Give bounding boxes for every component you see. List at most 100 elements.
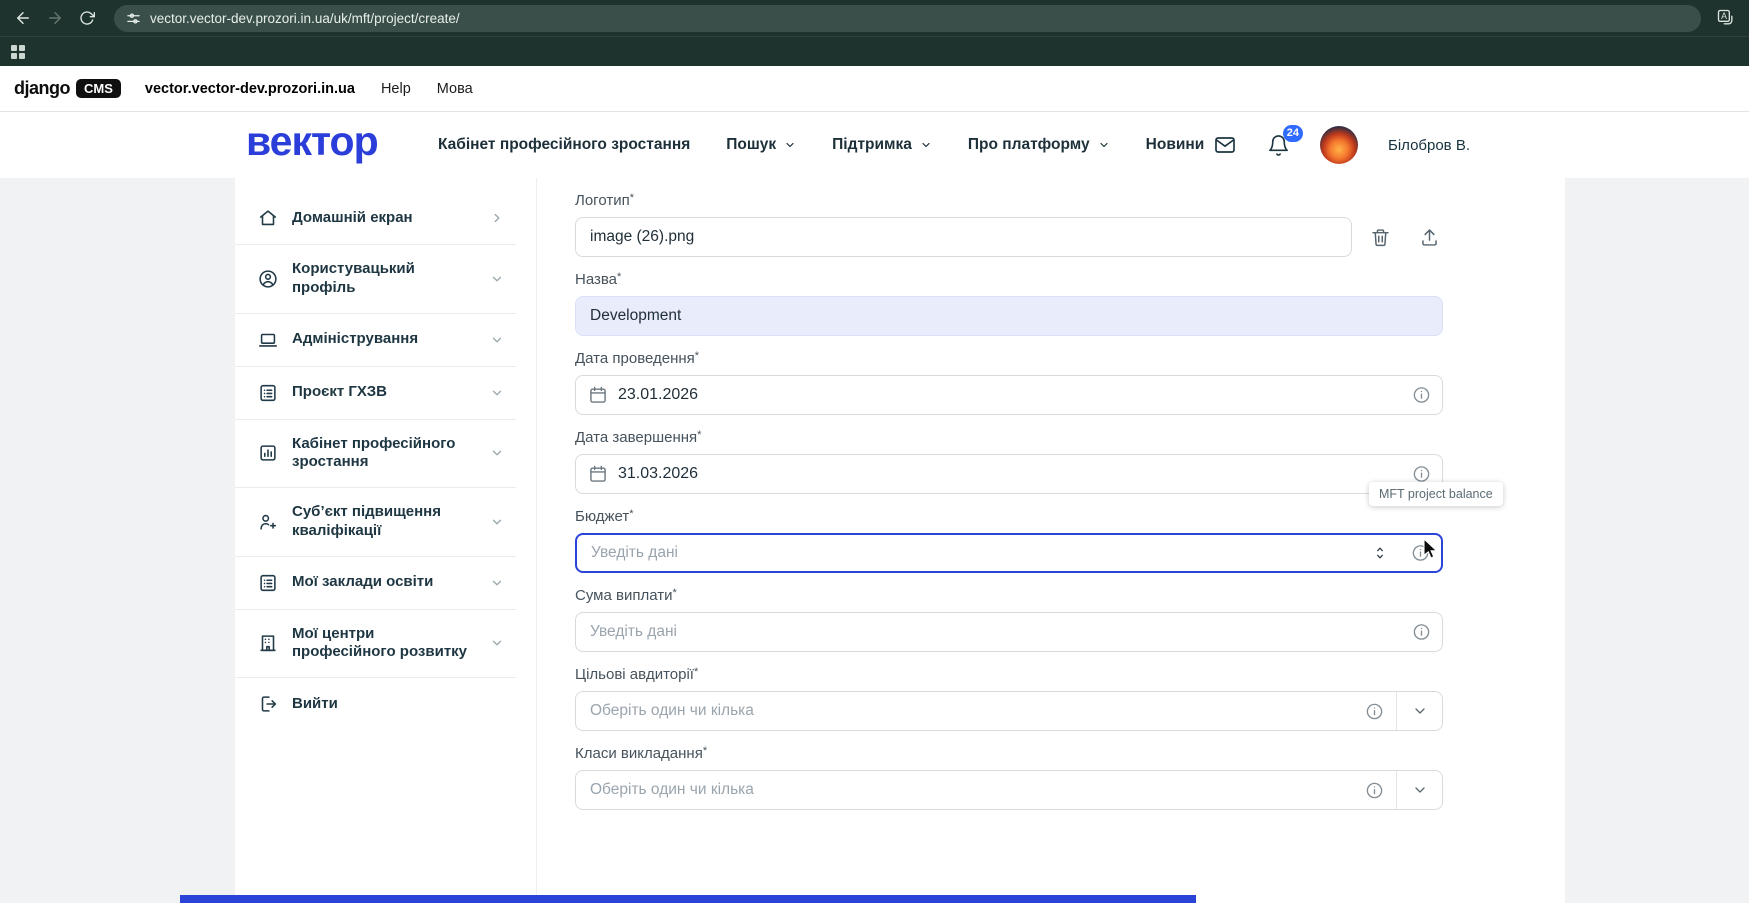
required-mark: * <box>617 271 621 283</box>
chevron-down-icon[interactable] <box>1397 703 1442 719</box>
info-icon[interactable] <box>1365 781 1384 800</box>
person-plus-icon <box>257 511 279 533</box>
field-label-end-date: Дата завершення* <box>575 429 1443 446</box>
label-text: Назва <box>575 271 617 288</box>
refresh-button[interactable] <box>74 5 100 31</box>
apps-grid-icon[interactable] <box>11 45 25 59</box>
select-controls <box>1365 692 1442 730</box>
chevron-down-icon <box>490 446 504 460</box>
cms-help-link[interactable]: Help <box>381 81 411 97</box>
browser-bookmarks-strip <box>0 36 1749 66</box>
payment-input[interactable] <box>576 623 1442 641</box>
bottom-accent-bar <box>180 895 1196 903</box>
name-input[interactable]: Development <box>575 296 1443 336</box>
sidebar-item-growth-cabinet[interactable]: Кабінет професійного зростання <box>235 420 516 489</box>
notifications-bell[interactable]: 24 <box>1267 134 1290 157</box>
user-circle-icon <box>257 268 279 290</box>
start-date-value: 23.01.2026 <box>618 386 698 404</box>
sidebar-item-project-ghzv[interactable]: Проєкт ГХЗВ <box>235 367 516 420</box>
notification-count-badge: 24 <box>1283 125 1303 142</box>
cms-badge: CMS <box>76 79 121 98</box>
avatar[interactable] <box>1320 126 1358 164</box>
sidebar-item-administration[interactable]: Адміністрування <box>235 314 516 367</box>
site-settings-icon[interactable] <box>126 11 141 26</box>
required-mark: * <box>703 745 707 757</box>
end-date-input[interactable]: 31.03.2026 <box>575 454 1443 494</box>
mail-icon[interactable] <box>1213 133 1237 157</box>
chevron-down-icon[interactable] <box>1397 782 1442 798</box>
nav-item-support[interactable]: Підтримка <box>832 136 932 154</box>
sidebar-item-label: Користувацький профіль <box>292 260 477 298</box>
sidebar-item-label: Кабінет професійного зростання <box>292 435 477 473</box>
chevron-down-icon <box>1098 139 1110 151</box>
nav-item-news[interactable]: Новини <box>1146 136 1205 154</box>
forward-button[interactable] <box>42 5 68 31</box>
nav-item-search[interactable]: Пошук <box>726 136 796 154</box>
calendar-icon[interactable] <box>588 464 608 484</box>
project-create-form: Логотип* image (26).png Назва* Developme… <box>575 188 1443 810</box>
django-logo[interactable]: django <box>14 78 70 99</box>
calendar-icon[interactable] <box>588 385 608 405</box>
nav-item-label: Кабінет професійного зростання <box>438 136 690 154</box>
nav-item-label: Пошук <box>726 136 776 154</box>
start-date-input[interactable]: 23.01.2026 <box>575 375 1443 415</box>
chevron-right-icon <box>490 211 504 225</box>
url-bar[interactable]: vector.vector-dev.prozori.in.ua/uk/mft/p… <box>114 5 1701 32</box>
grades-placeholder: Оберіть один чи кілька <box>576 781 754 799</box>
translate-icon[interactable]: A <box>1713 5 1739 31</box>
sidebar-item-profile[interactable]: Користувацький профіль <box>235 245 516 314</box>
vector-logo[interactable]: вектор <box>246 118 378 165</box>
chevron-down-icon <box>490 515 504 529</box>
header-actions: 24 Білобров В. <box>1213 112 1470 178</box>
content-panel: Домашній екран Користувацький профіль Ад <box>235 178 1565 903</box>
logout-icon <box>257 693 279 715</box>
payment-input-wrap <box>575 612 1443 652</box>
sidebar-item-home[interactable]: Домашній екран <box>235 192 516 245</box>
browser-toolbar: vector.vector-dev.prozori.in.ua/uk/mft/p… <box>0 0 1749 36</box>
info-icon[interactable] <box>1412 386 1431 405</box>
sidebar: Домашній екран Користувацький профіль Ад <box>235 178 537 903</box>
info-icon[interactable] <box>1412 623 1431 642</box>
sidebar-item-qualification-subject[interactable]: Суб’єкт підвищення кваліфікації <box>235 488 516 557</box>
required-mark: * <box>629 508 633 520</box>
back-button[interactable] <box>10 5 36 31</box>
bar-chart-icon <box>257 442 279 464</box>
logo-file-name: image (26).png <box>576 228 694 246</box>
nav-item-label: Про платформу <box>968 136 1090 154</box>
user-name[interactable]: Білобров В. <box>1388 137 1470 154</box>
logo-file-input[interactable]: image (26).png <box>575 217 1352 257</box>
sidebar-item-my-centers[interactable]: Мої центри професійного розвитку <box>235 610 516 679</box>
chevron-down-icon <box>490 576 504 590</box>
chevron-down-icon <box>490 386 504 400</box>
label-text: Логотип <box>575 192 630 209</box>
required-mark: * <box>672 587 676 599</box>
info-icon[interactable] <box>1412 465 1431 484</box>
cms-language-link[interactable]: Мова <box>437 81 473 97</box>
cms-toolbar: django CMS vector.vector-dev.prozori.in.… <box>0 66 1749 112</box>
nav-item-about[interactable]: Про платформу <box>968 136 1110 154</box>
cms-site-name[interactable]: vector.vector-dev.prozori.in.ua <box>145 81 355 97</box>
site-header: вектор Кабінет професійного зростання По… <box>0 112 1749 178</box>
upload-icon[interactable] <box>1419 227 1440 248</box>
chevron-down-icon <box>784 139 796 151</box>
logo-field-row: image (26).png <box>575 217 1443 257</box>
number-stepper-icon[interactable] <box>1373 545 1387 561</box>
delete-icon[interactable] <box>1370 227 1391 248</box>
audiences-select[interactable]: Оберіть один чи кілька <box>575 691 1443 731</box>
field-label-name: Назва* <box>575 271 1443 288</box>
select-controls <box>1365 771 1442 809</box>
nav-item-cabinet[interactable]: Кабінет професійного зростання <box>438 136 690 154</box>
nav-item-label: Підтримка <box>832 136 912 154</box>
info-icon[interactable] <box>1365 702 1384 721</box>
grades-select[interactable]: Оберіть один чи кілька <box>575 770 1443 810</box>
budget-input[interactable] <box>577 544 1441 562</box>
sidebar-item-my-institutions[interactable]: Мої заклади освіти <box>235 557 516 610</box>
home-icon <box>257 207 279 229</box>
sidebar-item-label: Мої центри професійного розвитку <box>292 625 477 663</box>
label-text: Сума виплати <box>575 587 672 604</box>
sidebar-item-logout[interactable]: Вийти <box>235 678 516 730</box>
sidebar-item-label: Проєкт ГХЗВ <box>292 383 387 402</box>
sidebar-item-label: Вийти <box>292 695 338 714</box>
building-icon <box>257 632 279 654</box>
audiences-placeholder: Оберіть один чи кілька <box>576 702 754 720</box>
